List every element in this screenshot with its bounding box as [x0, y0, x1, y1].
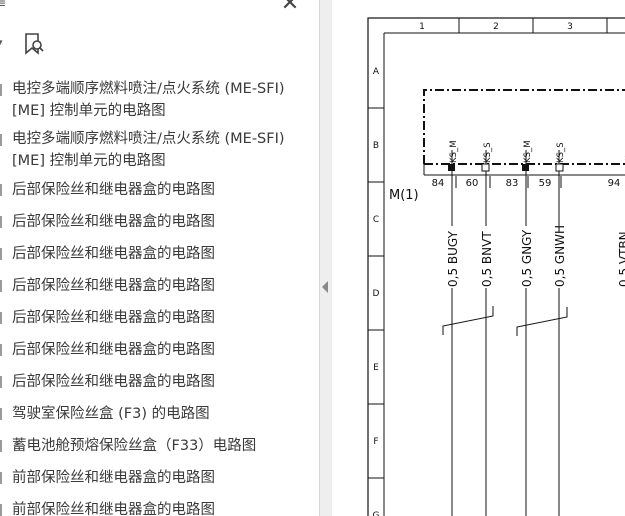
pin-number: 94: [608, 178, 621, 189]
pin-signal-label: KS_M: [523, 140, 533, 163]
bookmark-item[interactable]: 前部保险丝和继电器盒的电路图: [0, 462, 319, 494]
row-label: F: [373, 437, 378, 447]
panel-splitter[interactable]: [319, 0, 332, 516]
bookmark-item[interactable]: 后部保险丝和继电器盒的电路图: [0, 302, 319, 334]
pin-number: 83: [506, 178, 519, 189]
wire-label: 0,5 BNVT: [480, 231, 494, 287]
pin-terminal: [481, 163, 490, 172]
row-label: B: [373, 141, 379, 151]
close-panel-button[interactable]: ✕: [280, 0, 300, 15]
document-view: 1 2 3 A B C D E F G KS_M KS_S KS_M KS_S …: [332, 0, 625, 516]
bookmark-item[interactable]: 后部保险丝和继电器盒的电路图: [0, 334, 319, 366]
bookmark-item[interactable]: 后部保险丝和继电器盒的电路图: [0, 238, 319, 270]
bookmark-item[interactable]: 蓄电池舱预熔保险丝盒（F33）电路图: [0, 430, 319, 462]
bookmark-item[interactable]: 驾驶室保险丝盒 (F3) 的电路图: [0, 398, 319, 430]
pin-signal-label: KS_S: [483, 142, 493, 163]
pin-number: 60: [466, 178, 479, 189]
bookmark-item[interactable]: 电控多端顺序燃料喷注/点火系统 (ME-SFI) [ME] 控制单元的电路图: [0, 124, 319, 174]
column-label: 1: [419, 22, 425, 32]
wire-label: 0,5 GNGY: [520, 229, 534, 287]
pin-terminal: [555, 163, 564, 172]
wire-label-partial: 0,5 VTBN: [617, 231, 625, 287]
panel-menu-icon[interactable]: ≡: [0, 0, 6, 10]
row-label: C: [373, 215, 379, 225]
bookmark-item[interactable]: 前部保险丝和继电器盒的电路图: [0, 494, 319, 516]
wire-label: 0,5 GNWH: [553, 225, 567, 287]
bookmark-list: 电控多端顺序燃料喷注/点火系统 (ME-SFI) [ME] 控制单元的电路图 电…: [0, 74, 319, 516]
pin-terminal: [522, 164, 529, 171]
bookmark-search-icon[interactable]: [23, 32, 45, 56]
bookmark-item[interactable]: 后部保险丝和继电器盒的电路图: [0, 174, 319, 206]
pin-signal-label: KS_S: [556, 142, 566, 163]
row-label: D: [373, 289, 380, 299]
bookmark-item[interactable]: 电控多端顺序燃料喷注/点火系统 (ME-SFI) [ME] 控制单元的电路图: [0, 74, 319, 124]
wire-label: 0,5 BUGY: [446, 230, 460, 287]
column-label: 2: [493, 22, 499, 32]
pin-terminal: [448, 164, 455, 171]
column-label: 3: [567, 22, 573, 32]
pin-number: 84: [432, 178, 445, 189]
bookmark-item[interactable]: 后部保险丝和继电器盒的电路图: [0, 270, 319, 302]
collapse-panel-arrow-icon[interactable]: [322, 281, 328, 293]
options-dropdown-caret[interactable]: ▾: [0, 36, 3, 49]
circuit-diagram: 1 2 3 A B C D E F G KS_M KS_S KS_M KS_S …: [367, 17, 625, 516]
bookmark-item[interactable]: 后部保险丝和继电器盒的电路图: [0, 206, 319, 238]
connector-label: M(1): [389, 188, 419, 203]
pin-signal-label: KS_M: [449, 140, 459, 163]
diagram-frame: [367, 17, 625, 516]
row-label: E: [373, 363, 379, 373]
row-label: G: [373, 511, 380, 516]
bookmark-item[interactable]: 后部保险丝和继电器盒的电路图: [0, 366, 319, 398]
bookmarks-panel: ≡ ✕ ▾ 电控多端顺序燃料喷注/点火系统 (ME-SFI) [ME] 控制单元…: [0, 0, 319, 516]
pin-number: 59: [539, 178, 552, 189]
row-label: A: [373, 67, 380, 77]
